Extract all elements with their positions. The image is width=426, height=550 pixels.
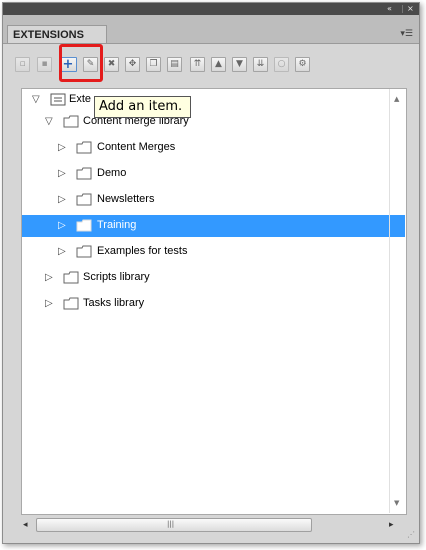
new-document-icon[interactable]: ▫: [15, 57, 30, 72]
tree-item-label: Content Merges: [97, 141, 176, 153]
tree-item-content-merges[interactable]: ▷ Content Merges: [22, 137, 405, 159]
expand-right-icon[interactable]: ▷: [58, 246, 66, 258]
folder-icon: [76, 167, 92, 180]
tree-view[interactable]: ▽ Exte ▽ Content merge library ▷ Content…: [21, 88, 407, 515]
expand-right-icon[interactable]: ▷: [58, 220, 66, 232]
add-item-tooltip: Add an item.: [94, 96, 191, 118]
tree-item-tasks-library[interactable]: ▷ Tasks library: [22, 293, 405, 315]
extensions-panel: « | × EXTENSIONS ▾☰ ▫ ▪ + ✎ ✖ ✥ ❐ ▤ ⇈ ▲ …: [2, 2, 420, 544]
expand-right-icon[interactable]: ▷: [58, 194, 66, 206]
collapse-icon[interactable]: «: [387, 3, 392, 15]
tree-item-demo[interactable]: ▷ Demo: [22, 163, 405, 185]
move-to-bottom-icon[interactable]: ⇊: [253, 57, 268, 72]
copy-icon[interactable]: ❐: [146, 57, 161, 72]
vertical-scrollbar[interactable]: ▲ ▼: [389, 89, 406, 513]
panel-title-bar: « | ×: [3, 3, 419, 15]
tree-item-examples-for-tests[interactable]: ▷ Examples for tests: [22, 241, 405, 263]
scroll-up-icon[interactable]: ▲: [394, 95, 399, 103]
tree-item-label: Training: [97, 219, 137, 231]
scroll-thumb[interactable]: |||: [36, 518, 312, 532]
expand-right-icon[interactable]: ▷: [58, 168, 66, 180]
tree-item-newsletters[interactable]: ▷ Newsletters: [22, 189, 405, 211]
expand-right-icon[interactable]: ▷: [58, 142, 66, 154]
expand-right-icon[interactable]: ▷: [45, 272, 53, 284]
folder-icon: [63, 297, 79, 310]
folder-icon: [63, 115, 79, 128]
folder-icon: [76, 193, 92, 206]
close-icon[interactable]: ×: [407, 3, 414, 15]
folder-icon: [76, 245, 92, 258]
document-root-icon: [50, 93, 66, 106]
tree-item-root[interactable]: ▽ Exte: [22, 89, 405, 111]
grip-icon: |||: [167, 520, 175, 528]
settings-icon[interactable]: ⚙: [295, 57, 310, 72]
folder-icon: [76, 141, 92, 154]
move-to-top-icon[interactable]: ⇈: [190, 57, 205, 72]
resize-grip-icon[interactable]: ⋰: [407, 530, 415, 539]
panel-menu-icon[interactable]: ▾☰: [400, 29, 413, 39]
tree-item-content-merge-library[interactable]: ▽ Content merge library: [22, 111, 405, 133]
tree-item-label: Demo: [97, 167, 127, 179]
disabled-circle-icon[interactable]: ○: [274, 57, 289, 72]
save-icon[interactable]: ▪: [37, 57, 52, 72]
divider: |: [401, 4, 404, 13]
move-icon[interactable]: ✥: [125, 57, 140, 72]
tab-extensions[interactable]: EXTENSIONS: [7, 25, 107, 43]
scroll-left-icon[interactable]: ◂: [23, 520, 28, 530]
tree-item-label: Scripts library: [83, 271, 150, 283]
tree-item-training[interactable]: ▷ Training: [22, 215, 405, 237]
expand-down-icon[interactable]: ▽: [45, 116, 53, 128]
tree-item-label: Examples for tests: [97, 245, 188, 257]
scroll-right-icon[interactable]: ▸: [389, 520, 394, 530]
scroll-down-icon[interactable]: ▼: [394, 499, 399, 507]
expand-right-icon[interactable]: ▷: [45, 298, 53, 310]
folder-icon: [63, 271, 79, 284]
paste-icon[interactable]: ▤: [167, 57, 182, 72]
horizontal-scrollbar[interactable]: ◂ ||| ▸: [21, 515, 405, 537]
tree-item-label: Newsletters: [97, 193, 155, 205]
delete-item-icon[interactable]: ✖: [104, 57, 119, 72]
tree-item-label: Exte: [69, 93, 92, 105]
move-up-icon[interactable]: ▲: [211, 57, 226, 72]
highlight-box: [59, 44, 103, 82]
folder-icon: [76, 219, 92, 232]
move-down-icon[interactable]: ▼: [232, 57, 247, 72]
expand-down-icon[interactable]: ▽: [32, 94, 40, 106]
tab-bar: EXTENSIONS ▾☰: [3, 15, 419, 44]
tree-item-scripts-library[interactable]: ▷ Scripts library: [22, 267, 405, 289]
tree-item-label: Tasks library: [83, 297, 145, 309]
